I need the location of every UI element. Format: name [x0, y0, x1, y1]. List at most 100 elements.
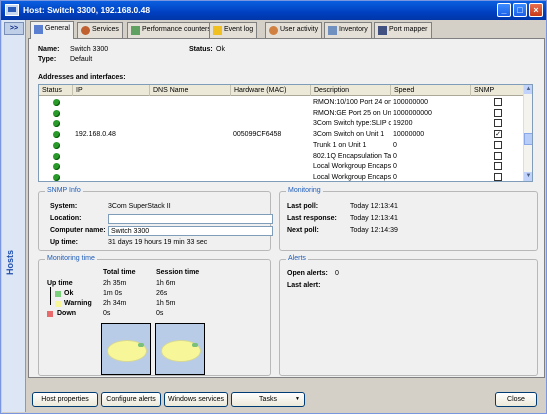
inventory-icon: [328, 26, 337, 35]
column-header-mac[interactable]: Hardware (MAC): [231, 85, 311, 96]
dns-cell: [150, 151, 231, 162]
ok-color-swatch: [55, 291, 61, 297]
column-header-ip[interactable]: IP: [73, 85, 150, 96]
table-row[interactable]: RMON:GE Port 25 on Unit 1000000000: [39, 108, 525, 119]
close-window-button[interactable]: ×: [529, 3, 543, 17]
tab-performance-counters[interactable]: Performance counters: [127, 22, 215, 38]
description-cell: Local Workgroup Encapsul: [313, 163, 391, 171]
port-mapper-icon: [378, 26, 387, 35]
snmp-checkbox[interactable]: ✓: [494, 130, 502, 139]
tab-user-activity[interactable]: User activity: [265, 22, 323, 38]
status-ok-icon: [53, 163, 60, 171]
speed-cell: 0: [393, 173, 397, 181]
host-window: Host: Switch 3300, 192.168.0.48 _ □ × >>…: [0, 0, 547, 414]
tab-services[interactable]: Services: [77, 22, 123, 38]
table-row[interactable]: 802.1Q Encapsulation Tag 0: [39, 151, 525, 162]
last-response-value: Today 12:13:41: [350, 215, 398, 222]
ip-cell: [73, 97, 150, 108]
snmp-checkbox[interactable]: [494, 98, 502, 106]
column-header-speed[interactable]: Speed: [391, 85, 471, 96]
monitoring-group: Monitoring Last poll: Today 12:13:41 Las…: [279, 187, 538, 251]
speed-cell: 100000000: [393, 99, 429, 106]
table-row[interactable]: 192.168.0.48 005099CF6458 3Com Switch on U…: [39, 129, 525, 140]
column-header-snmp[interactable]: SNMP: [471, 85, 525, 96]
description-cell: 3Com Switch on Unit 1: [313, 131, 385, 139]
tab-port-mapper[interactable]: Port mapper: [374, 22, 432, 38]
tab-label: Services: [92, 26, 119, 33]
speed-cell: 10000000: [393, 131, 425, 139]
snmp-checkbox[interactable]: [494, 172, 502, 181]
mac-cell: [231, 172, 311, 181]
table-row[interactable]: 3Com Switch type:SLIP on 19200: [39, 118, 525, 129]
status-ok-icon: [53, 109, 60, 117]
speed-cell: 19200: [393, 120, 413, 128]
host-icon: [34, 25, 43, 34]
table-row[interactable]: Local Workgroup Encapsul 0: [39, 172, 525, 181]
down-row-label: Down: [57, 310, 77, 317]
chart-icon: [131, 26, 140, 35]
scroll-down-arrow-icon[interactable]: ▼: [524, 172, 532, 181]
dns-cell: [150, 161, 231, 172]
hosts-sidebar-label[interactable]: Hosts: [5, 250, 23, 275]
tab-general[interactable]: General: [30, 21, 74, 39]
minimize-button[interactable]: _: [497, 3, 511, 17]
snmp-checkbox[interactable]: [494, 140, 502, 149]
warning-session: 1h 5m: [156, 300, 176, 307]
column-header-status[interactable]: Status: [39, 85, 73, 96]
table-row[interactable]: Trunk 1 on Unit 1 0: [39, 140, 525, 151]
dns-cell: [150, 129, 231, 140]
expand-sidebar-button[interactable]: >>: [4, 22, 24, 35]
tab-label: Event log: [224, 26, 254, 33]
column-header-dns-name[interactable]: DNS Name: [150, 85, 231, 96]
ok-row-label: Ok: [64, 290, 74, 297]
system-value: 3Com SuperStack II: [108, 203, 171, 210]
tab-event-log[interactable]: Event log: [209, 22, 258, 38]
table-row[interactable]: RMON:10/100 Port 24 on U 100000000: [39, 97, 525, 108]
uptime-label: Up time:: [50, 239, 78, 246]
status-label: Status:: [189, 46, 213, 53]
scroll-up-arrow-icon[interactable]: ▲: [524, 85, 532, 94]
button-bar: Host properties Configure alerts Windows…: [28, 379, 546, 413]
description-cell: Trunk 1 on Unit 1: [313, 141, 367, 149]
maximize-button[interactable]: □: [513, 3, 527, 17]
alerts-group: Alerts Open alerts: 0 Last alert:: [279, 255, 538, 376]
hosts-sidebar: >> Hosts: [2, 20, 26, 412]
addresses-table[interactable]: Status IP DNS Name Hardware (MAC) Descri…: [38, 84, 533, 182]
snmp-checkbox[interactable]: [494, 108, 502, 117]
warning-color-swatch: [55, 301, 61, 307]
uptime-row-label: Up time: [47, 280, 73, 287]
down-session: 0s: [156, 310, 164, 317]
title-bar[interactable]: Host: Switch 3300, 192.168.0.48 _ □ ×: [1, 1, 546, 20]
next-poll-label: Next poll:: [287, 227, 319, 234]
computer-name-field[interactable]: [108, 226, 273, 236]
table-row[interactable]: Local Workgroup Encapsul 0: [39, 161, 525, 172]
ok-session: 26s: [156, 290, 168, 297]
location-label: Location:: [50, 215, 82, 222]
table-header: Status IP DNS Name Hardware (MAC) Descri…: [39, 85, 525, 96]
windows-services-button[interactable]: Windows services: [164, 392, 228, 407]
snmp-checkbox[interactable]: [494, 162, 502, 171]
ip-cell: [73, 118, 150, 129]
snmp-checkbox[interactable]: [494, 151, 502, 160]
tree-line: [50, 287, 51, 305]
location-field[interactable]: [108, 214, 273, 224]
table-scrollbar[interactable]: ▲ ▼: [523, 85, 532, 181]
window-title: Host: Switch 3300, 192.168.0.48: [23, 5, 151, 15]
general-tab-panel: Name: Switch 3300 Type: Default Status: …: [28, 38, 545, 378]
configure-alerts-button[interactable]: Configure alerts: [101, 392, 161, 407]
tab-inventory[interactable]: Inventory: [324, 22, 372, 38]
warning-row-label: Warning: [64, 300, 92, 307]
column-header-description[interactable]: Description: [311, 85, 391, 96]
name-label: Name:: [38, 46, 60, 53]
last-response-label: Last response:: [287, 215, 337, 222]
scroll-thumb[interactable]: [524, 133, 532, 145]
open-alerts-value: 0: [335, 270, 339, 277]
snmp-checkbox[interactable]: [494, 119, 502, 128]
tab-strip: General Services Performance counters Ev…: [28, 21, 546, 39]
tasks-dropdown-button[interactable]: Tasks ▼: [231, 392, 305, 407]
speed-cell: 1000000000: [393, 109, 432, 117]
host-properties-button[interactable]: Host properties: [32, 392, 98, 407]
close-button[interactable]: Close: [495, 392, 537, 407]
dns-cell: [150, 108, 231, 119]
type-label: Type:: [38, 56, 57, 63]
